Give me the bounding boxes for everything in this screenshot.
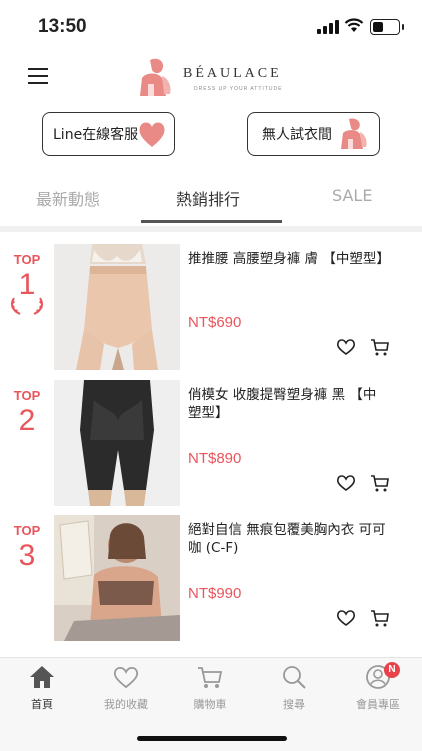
product-title[interactable]: 俏模女 收腹提臀塑身褲 黑 【中塑型】 [188, 386, 388, 422]
product-image[interactable] [54, 244, 180, 370]
heart-chat-icon [139, 122, 165, 147]
product-title[interactable]: 絕對自信 無痕包覆美胸內衣 可可咖 (C-F) [188, 521, 388, 557]
brand-logo[interactable]: BÉAULACE DRESS UP YOUR ATTITUDE [136, 56, 296, 100]
rank-label: TOP [13, 252, 41, 267]
cart-icon [198, 667, 223, 688]
product-item[interactable]: TOP 2 俏模女 收腹提臀塑身褲 黑 【中塑型】 NT$890 [0, 380, 422, 508]
tab-latest[interactable]: 最新動態 [36, 186, 100, 210]
tab-favorites-label: 我的收藏 [104, 698, 148, 711]
tab-member[interactable]: N 會員專區 [336, 662, 420, 712]
rank-number: 2 [18, 404, 36, 437]
logo-figure-icon [140, 58, 171, 96]
notification-badge: N [384, 662, 400, 678]
brand-name: BÉAULACE [183, 66, 282, 81]
product-price: NT$690 [188, 314, 242, 331]
product-price: NT$990 [188, 585, 242, 602]
signal-icon [317, 20, 339, 34]
active-tab-indicator [141, 220, 282, 223]
rank-badge: TOP 2 [12, 388, 42, 439]
rank-label: TOP [13, 523, 41, 538]
product-item[interactable]: TOP 1 推推腰 高腰塑身褲 膚 【中塑型】 NT$690 [0, 244, 422, 372]
fitting-figure-icon [341, 118, 367, 149]
fitting-room-button[interactable]: 無人試衣間 [247, 112, 380, 156]
rank-label: TOP [13, 388, 41, 403]
tab-home-label: 首頁 [31, 698, 53, 711]
section-divider [0, 226, 422, 232]
add-to-cart-icon[interactable] [370, 609, 390, 627]
product-image[interactable] [54, 380, 180, 506]
home-icon [30, 666, 54, 688]
tab-cart[interactable]: 購物車 [168, 664, 252, 712]
search-icon [283, 666, 306, 689]
tab-search-label: 搜尋 [283, 698, 305, 711]
status-time: 13:50 [38, 16, 87, 37]
tab-favorites[interactable]: 我的收藏 [84, 664, 168, 712]
heart-icon [113, 666, 139, 689]
fitting-room-label: 無人試衣間 [262, 127, 332, 143]
tab-member-label: 會員專區 [356, 698, 400, 711]
favorite-icon[interactable] [336, 609, 356, 627]
category-tabs: 最新動態 熱銷排行 SALE [0, 176, 422, 224]
menu-icon[interactable] [28, 68, 48, 86]
wifi-icon [344, 18, 364, 32]
home-indicator [137, 736, 287, 741]
tab-search[interactable]: 搜尋 [252, 664, 336, 712]
add-to-cart-icon[interactable] [370, 474, 390, 492]
tab-sale[interactable]: SALE [332, 186, 372, 205]
tab-bestsellers[interactable]: 熱銷排行 [176, 186, 240, 210]
tab-cart-label: 購物車 [193, 698, 227, 711]
line-service-label: Line在線客服 [53, 127, 139, 143]
battery-icon [370, 19, 404, 35]
laurel-icon [11, 297, 43, 315]
product-title[interactable]: 推推腰 高腰塑身褲 膚 【中塑型】 [188, 250, 390, 268]
status-bar: 13:50 [0, 0, 422, 54]
product-price: NT$890 [188, 450, 242, 467]
tab-home[interactable]: 首頁 [0, 664, 84, 712]
brand-tagline: DRESS UP YOUR ATTITUDE [194, 86, 283, 92]
favorite-icon[interactable] [336, 338, 356, 356]
product-image[interactable] [54, 515, 180, 641]
product-item[interactable]: TOP 3 絕對自信 無痕包覆美胸內衣 可可咖 (C-F) NT$990 [0, 515, 422, 643]
rank-badge: TOP 1 [11, 252, 43, 315]
line-service-button[interactable]: Line在線客服 [42, 112, 175, 156]
add-to-cart-icon[interactable] [370, 338, 390, 356]
rank-badge: TOP 3 [12, 523, 42, 574]
rank-number: 3 [18, 539, 36, 572]
app-header: BÉAULACE DRESS UP YOUR ATTITUDE [0, 54, 422, 102]
favorite-icon[interactable] [336, 474, 356, 492]
